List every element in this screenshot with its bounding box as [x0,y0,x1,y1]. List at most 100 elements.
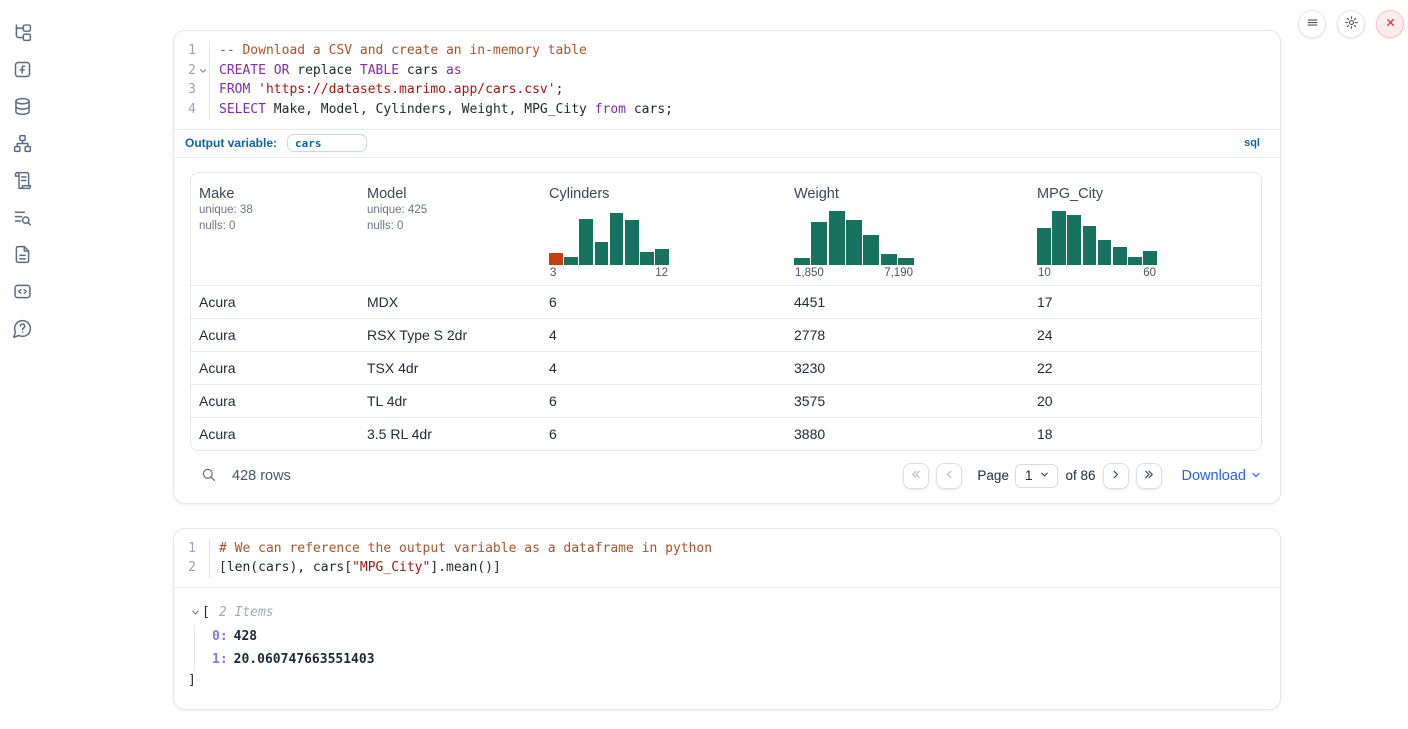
chevron-down-icon [1250,467,1262,485]
code-text: # We can reference the output variable a… [209,539,712,559]
table-cell: 22 [1029,360,1261,376]
table-cell: 17 [1029,294,1261,310]
language-badge[interactable]: sql [1244,137,1260,149]
table-cell: MDX [359,294,541,310]
code-line: 3 FROM 'https://datasets.marimo.app/cars.… [174,80,1280,100]
sidebar-logs-icon[interactable] [10,205,34,229]
table-cell: 20 [1029,393,1261,409]
sidebar-scratchpad-icon[interactable] [10,168,34,192]
settings-button[interactable] [1337,10,1365,38]
column-stat: nulls: 0 [199,218,359,235]
line-number: 3 [174,80,196,100]
download-button[interactable]: Download [1182,467,1263,485]
next-page-button[interactable] [1103,463,1129,489]
table-cell: TL 4dr [359,393,541,409]
chevron-right-icon [1109,468,1122,484]
table-cell: 4 [541,327,786,343]
sql-code-editor[interactable]: 1-- Download a CSV and create an in-memo… [174,31,1280,129]
tree-collapse-toggle[interactable] [188,607,202,618]
table-cell: 3880 [786,426,1029,442]
fold-spacer [196,80,209,100]
table-row: AcuraTSX 4dr4323022 [191,351,1261,384]
table-row: AcuraMDX6445117 [191,285,1261,318]
histogram-bar [881,254,897,265]
histogram-axis: 1,8507,190 [794,267,914,279]
table-cell: Acura [191,360,359,376]
page-label: Page [977,468,1009,483]
menu-button[interactable] [1298,10,1326,38]
column-header-model[interactable]: Modelunique: 425nulls: 0 [359,186,541,279]
table-cell: 6 [541,294,786,310]
close-button[interactable] [1376,10,1404,38]
fold-chevron-icon[interactable] [196,61,209,81]
histogram-bar [1113,247,1127,264]
code-text: FROM 'https://datasets.marimo.app/cars.c… [209,80,563,100]
window-controls [1298,10,1404,38]
previous-page-button[interactable] [936,463,962,489]
python-code-editor[interactable]: 1# We can reference the output variable … [174,529,1280,587]
fold-spacer [196,539,209,559]
left-sidebar [0,0,44,340]
histogram-bar [829,211,845,265]
fold-spacer [196,41,209,61]
column-stat: unique: 425 [367,202,541,219]
column-header-cylinders[interactable]: Cylinders 312 [541,186,786,279]
output-variable-bar: Output variable: sql [174,130,1280,157]
chevrons-right-icon [1142,468,1155,484]
last-page-button[interactable] [1136,463,1162,489]
tree-root: [ 2 Items [188,601,1262,623]
line-number: 2 [174,61,196,81]
axis-max-label: 60 [1143,267,1156,279]
output-variable-label: Output variable: [185,136,277,150]
histogram-bar [1083,226,1097,265]
marimo-notebook-app: 1-- Download a CSV and create an in-memo… [0,0,1408,729]
code-text: CREATE OR replace TABLE cars as [209,61,462,81]
sidebar-dependency-graph-icon[interactable] [10,131,34,155]
output-variable-input[interactable] [287,134,367,152]
tree-entry-key: 0: [212,629,228,644]
column-histogram [549,211,669,265]
table-cell: 6 [541,393,786,409]
first-page-button[interactable] [903,463,929,489]
table-cell: Acura [191,393,359,409]
items-count-label: 2 Items [219,605,274,620]
tree-entry: 0:428 [212,625,1262,648]
download-label: Download [1182,468,1247,484]
table-cell: Acura [191,327,359,343]
code-line: 2 CREATE OR replace TABLE cars as [174,61,1280,81]
table-cell: 4451 [786,294,1029,310]
code-line: 4SELECT Make, Model, Cylinders, Weight, … [174,100,1280,120]
search-button[interactable] [197,465,219,487]
tree-entry-key: 1: [212,652,228,667]
histogram-bar [1067,215,1081,265]
table-row: AcuraTL 4dr6357520 [191,384,1261,417]
table-cell: 2778 [786,327,1029,343]
table-footer: 428 rows Page 1 of 86 [190,461,1262,491]
column-header-weight[interactable]: Weight1,8507,190 [786,186,1029,279]
histogram-axis: 312 [549,267,669,279]
histogram-bar [811,222,827,265]
sidebar-help-icon[interactable] [10,316,34,340]
column-header-mpg_city[interactable]: MPG_City1060 [1029,186,1261,279]
bracket-close: ] [188,671,1262,691]
page-select[interactable]: 1 [1015,464,1059,488]
column-name: Cylinders [549,186,786,202]
page-select-value: 1 [1025,468,1033,483]
histogram-bar [846,220,862,264]
column-header-make[interactable]: Makeunique: 38nulls: 0 [191,186,359,279]
code-line: 1# We can reference the output variable … [174,539,1280,559]
table-row: Acura3.5 RL 4dr6388018 [191,417,1261,450]
sidebar-database-icon[interactable] [10,94,34,118]
tree-entry: 1: 20.060747663551403 [212,648,1262,671]
sidebar-documentation-icon[interactable] [10,242,34,266]
pagination: Page 1 of 86 Download [896,463,1262,489]
histogram-bar [564,257,578,265]
sidebar-snippets-icon[interactable] [10,279,34,303]
tree-entry-value: 20.060747663551403 [234,652,375,667]
axis-min-label: 3 [550,267,556,279]
code-line: 1-- Download a CSV and create an in-memo… [174,41,1280,61]
column-histogram [1037,211,1157,265]
sidebar-function-square-icon[interactable] [10,57,34,81]
histogram-bar [610,213,624,264]
sidebar-file-tree-icon[interactable] [10,20,34,44]
